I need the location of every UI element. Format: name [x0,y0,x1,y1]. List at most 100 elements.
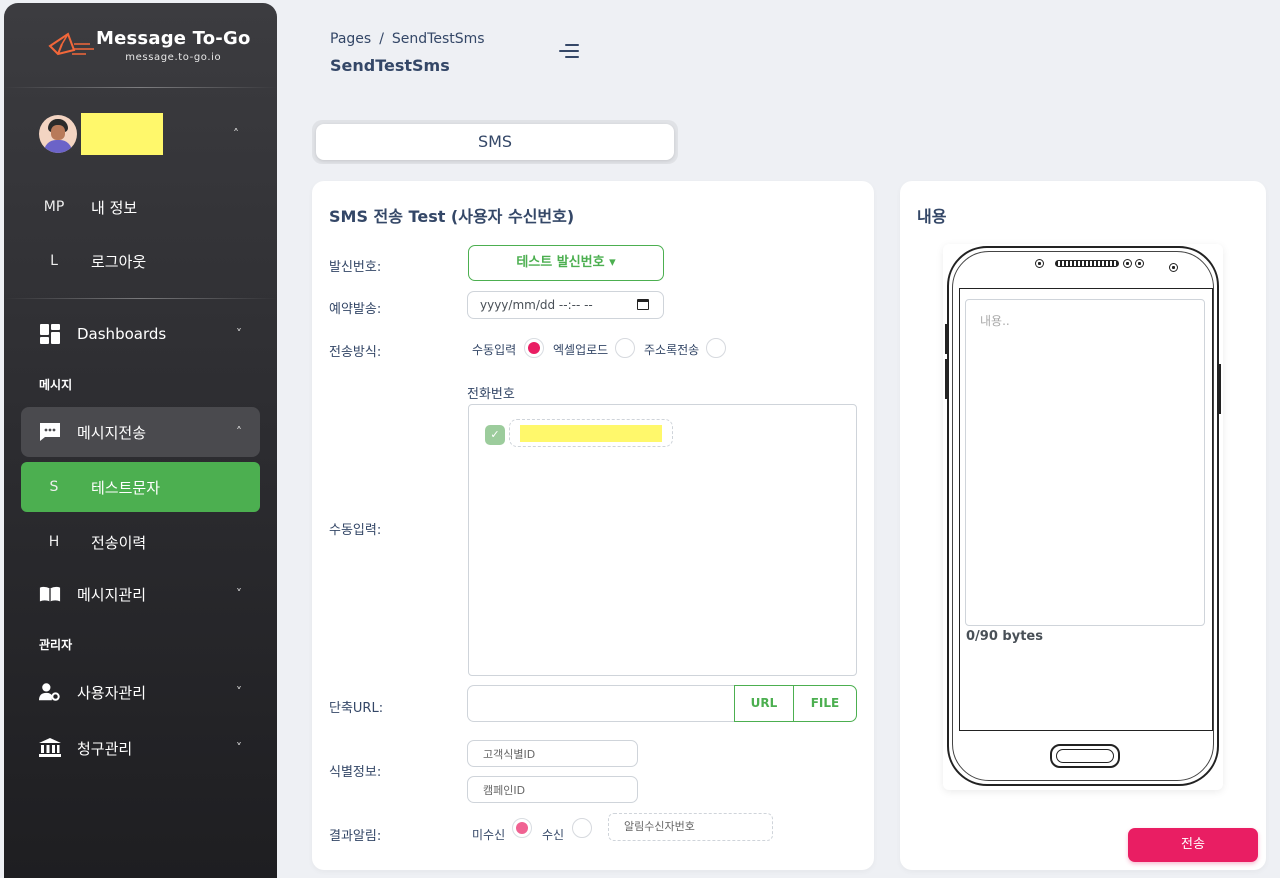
phone-sensor-icon [1123,259,1132,268]
chevron-up-icon: ˄ [236,425,242,439]
method-option-label: 엑셀업로드 [553,343,609,357]
sidebar-item-dashboards[interactable]: Dashboards ˅ [21,309,260,359]
paper-plane-logo-icon [44,28,96,62]
phone-frame: 내용.. 0/90 bytes [947,246,1219,786]
phone-header: 전화번호 [467,387,515,402]
sidebar-item-label: Dashboards [77,325,167,343]
result-receive-radio[interactable] [572,818,592,838]
file-button[interactable]: FILE [793,685,857,722]
phone-speaker [1055,260,1119,267]
avatar [39,115,77,153]
campaign-id-input[interactable]: 캠페인ID [467,776,638,803]
result-option-label: 수신 [542,828,565,842]
method-label: 전송방식: [329,345,382,360]
chevron-down-icon: ˅ [236,327,242,341]
sidebar-item-my-info[interactable]: MP 내 정보 [4,180,277,234]
user-gear-icon [39,681,61,703]
phone-number-redacted [520,425,662,442]
sidebar-item-label: 청구관리 [77,739,133,758]
content-card: 내용 내용.. 0/90 bytes 전송 [900,181,1266,870]
sidebar-item-label: 내 정보 [91,198,138,217]
dashboard-icon [39,323,61,345]
sender-number-dropdown[interactable]: 테스트 발신번호 ▾ [468,245,664,281]
chevron-up-icon: ˄ [233,127,239,141]
short-url-label: 단축URL: [329,701,384,716]
brand-subtitle: message.to-go.io [125,51,222,63]
sidebar-item-send-history[interactable]: H 전송이력 [4,515,277,569]
result-label: 결과알림: [329,829,382,844]
content-title: 내용 [917,207,947,226]
reserve-label: 예약발송: [329,302,382,317]
byte-counter: 0/90 bytes [966,629,1043,644]
page-title: SendTestSms [330,56,450,75]
brand-title: Message To-Go [96,27,251,49]
manual-input-label: 수동입력: [329,523,382,538]
check-icon[interactable]: ✓ [485,425,505,445]
divider [4,298,277,299]
phone-number-chip[interactable] [509,419,673,447]
sidebar-item-label: 메시지전송 [77,423,147,442]
notify-number-input[interactable]: 알림수신자번호 [608,813,773,841]
sidebar-item-billing-manage[interactable]: 청구관리 ˅ [21,723,260,773]
phone-sensor-icon [1135,259,1144,268]
message-textarea[interactable]: 내용.. [965,299,1205,626]
sidebar-item-label: 로그아웃 [91,252,147,271]
result-option-label: 미수신 [472,828,506,842]
short-url-group: URL FILE [467,685,857,722]
chevron-down-icon: ˅ [236,587,242,601]
sidebar-item-label: 테스트문자 [91,478,161,497]
phone-sensor-icon [1169,263,1178,272]
phone-screen: 내용.. 0/90 bytes [959,288,1213,731]
sidebar-item-abbr: MP [43,199,65,215]
sidebar-item-label: 메시지관리 [77,585,147,604]
sidebar-item-abbr: H [48,534,60,550]
method-manual-radio[interactable] [524,338,544,358]
sidebar-item-abbr: L [50,253,58,269]
reserve-datetime-input[interactable]: yyyy/mm/dd --:-- -- [467,291,664,319]
method-addressbook-radio[interactable] [706,338,726,358]
sidebar: Message To-Go message.to-go.io ˄ MP 내 정보… [4,3,277,878]
customer-id-input[interactable]: 고객식별ID [467,740,638,767]
user-profile-toggle[interactable]: ˄ [4,88,277,180]
breadcrumb-separator: / [379,31,384,47]
section-title-admin: 관리자 [39,638,73,652]
breadcrumb-root[interactable]: Pages [330,31,371,47]
sidebar-item-test-sms[interactable]: S 테스트문자 [21,462,260,512]
phone-camera-icon [1035,259,1044,268]
brand[interactable]: Message To-Go message.to-go.io [4,3,277,87]
calendar-icon[interactable] [637,299,649,310]
sidebar-item-label: 사용자관리 [77,683,147,702]
breadcrumb-current: SendTestSms [391,31,485,47]
short-url-input[interactable] [467,685,735,722]
method-option-label: 주소록전송 [644,343,700,357]
sidebar-item-label: 전송이력 [91,533,147,552]
method-excel-radio[interactable] [615,338,635,358]
result-not-receive-radio[interactable] [512,818,532,838]
sender-label: 발신번호: [329,260,382,275]
breadcrumb: Pages / SendTestSms [330,31,485,47]
reserve-datetime-value: yyyy/mm/dd --:-- -- [480,298,593,312]
phone-home-button [1050,744,1120,768]
tab-bar: SMS [312,120,678,164]
book-icon [39,583,61,605]
sidebar-item-message-manage[interactable]: 메시지관리 ˅ [21,569,260,619]
sms-form-card: SMS 전송 Test (사용자 수신번호) 발신번호: 테스트 발신번호 ▾ … [312,181,874,870]
method-option-label: 수동입력 [472,343,517,357]
sidebar-item-abbr: S [49,479,59,495]
url-button[interactable]: URL [734,685,794,722]
form-title: SMS 전송 Test (사용자 수신번호) [329,207,575,226]
chat-bubble-icon [39,421,61,443]
send-button[interactable]: 전송 [1128,828,1258,862]
tab-sms[interactable]: SMS [316,124,674,160]
user-name-redacted [81,113,163,155]
phone-preview: 내용.. 0/90 bytes [943,244,1223,790]
menu-toggle-icon[interactable] [559,44,579,58]
chevron-down-icon: ˅ [236,685,242,699]
sidebar-item-message-send[interactable]: 메시지전송 ˄ [21,407,260,457]
sidebar-item-user-manage[interactable]: 사용자관리 ˅ [21,667,260,717]
phone-number-list[interactable]: ✓ [468,404,857,676]
chevron-down-icon: ˅ [236,741,242,755]
ident-label: 식별정보: [329,765,382,780]
sidebar-item-logout[interactable]: L 로그아웃 [4,234,277,288]
bank-icon [39,737,61,759]
